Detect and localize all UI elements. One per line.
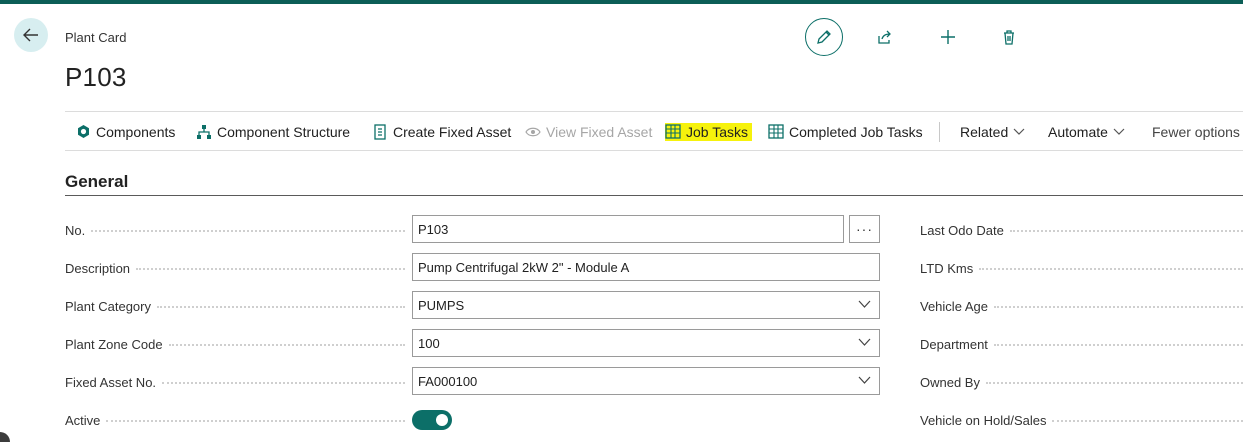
hexagon-icon [75,124,91,140]
action-bar: Components Component Structure Create Fi… [65,111,1243,151]
related-label: Related [960,123,1009,140]
eye-icon [525,124,541,140]
field-label-plant-zone-code: Plant Zone Code [65,334,405,354]
trash-icon [1004,30,1014,45]
automate-menu[interactable]: Automate [1048,112,1125,151]
field-label-description: Description [65,258,405,278]
fewer-options-label: Fewer options [1152,123,1240,140]
completed-job-tasks-label: Completed Job Tasks [789,123,923,140]
top-accent-bar [0,0,1243,4]
description-field[interactable]: Pump Centrifugal 2kW 2" - Module A [412,253,880,281]
chevron-down-icon [1113,128,1125,136]
field-label-vehicle-age: Vehicle Age [920,296,1243,316]
plant-category-select[interactable]: PUMPS [412,291,880,319]
job-tasks-label: Job Tasks [686,123,748,140]
share-icon [878,30,891,44]
page-title: P103 [65,62,127,92]
field-label-fixed-asset-no: Fixed Asset No. [65,372,405,392]
no-field[interactable]: P103 [412,215,844,243]
fewer-options-button[interactable]: Fewer options [1152,112,1240,151]
plant-zone-code-select[interactable]: 100 [412,329,880,357]
assist-edit-button[interactable]: ··· [849,215,880,243]
fixed-asset-no-select[interactable]: FA000100 [412,367,880,395]
view-fixed-asset-label: View Fixed Asset [546,123,653,140]
pencil-icon [817,30,831,44]
chevron-down-icon [858,300,871,308]
task-grid-icon [768,124,784,140]
job-tasks-action[interactable]: Job Tasks [665,112,752,151]
create-fixed-asset-label: Create Fixed Asset [393,123,512,140]
corner-avatar[interactable] [0,432,10,442]
field-label-last-odo-date: Last Odo Date [920,220,1243,240]
new-button[interactable] [936,25,960,49]
action-separator [939,122,940,142]
toggle-knob [436,414,448,426]
edit-button[interactable] [805,18,843,56]
view-fixed-asset-action[interactable]: View Fixed Asset [525,112,652,151]
automate-label: Automate [1048,123,1108,140]
plus-icon [941,30,955,44]
section-title-general[interactable]: General [65,172,128,192]
field-label-plant-category: Plant Category [65,296,405,316]
components-action[interactable]: Components [75,112,175,151]
back-button[interactable] [14,18,48,52]
section-divider [65,195,1243,196]
field-label-ltd-kms: LTD Kms [920,258,1243,278]
component-structure-label: Component Structure [217,123,351,140]
breadcrumb: Plant Card [65,30,127,45]
components-label: Components [96,123,176,140]
delete-button[interactable] [997,25,1021,49]
create-fixed-asset-action[interactable]: Create Fixed Asset [372,112,511,151]
hierarchy-icon [196,124,212,140]
share-button[interactable] [873,25,897,49]
completed-job-tasks-action[interactable]: Completed Job Tasks [768,112,923,151]
related-menu[interactable]: Related [960,112,1025,151]
field-label-active: Active [65,410,405,430]
chevron-down-icon [858,338,871,346]
document-icon [372,123,388,140]
chevron-down-icon [1013,128,1025,136]
job-tasks-highlight: Job Tasks [665,122,752,141]
back-arrow-icon [23,28,38,42]
field-label-owned-by: Owned By [920,372,1243,392]
chevron-down-icon [858,376,871,384]
component-structure-action[interactable]: Component Structure [196,112,350,151]
field-label-department: Department [920,334,1243,354]
field-label-no: No. [65,220,405,240]
active-toggle[interactable] [412,410,452,430]
field-label-vehicle-on-hold-sales: Vehicle on Hold/Sales [920,410,1243,430]
task-grid-icon [665,124,681,140]
